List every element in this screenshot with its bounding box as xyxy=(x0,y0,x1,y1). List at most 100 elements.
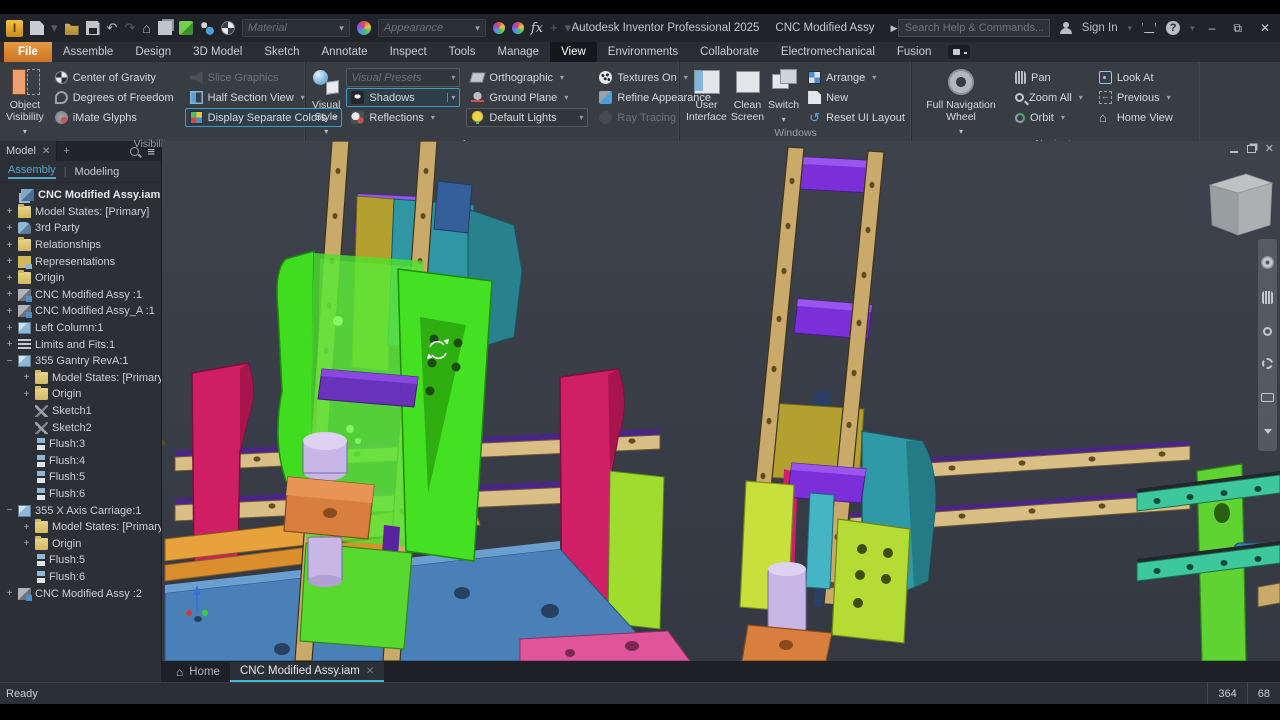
panel-navigate: Full Navigation Wheel ▾ Pan Zoom All ▾ xyxy=(912,62,1200,141)
orbit-button[interactable]: Orbit ▾ xyxy=(1010,108,1088,127)
search-input[interactable] xyxy=(898,19,1050,37)
inventor-logo-icon[interactable]: I xyxy=(6,20,23,37)
customize-qat-icon[interactable]: ▾ xyxy=(565,21,572,35)
document-tab-active[interactable]: CNC Modified Assy.iam ✕ xyxy=(230,662,384,682)
zoom-all-button[interactable]: Zoom All ▾ xyxy=(1010,88,1088,107)
3d-viewport[interactable]: ✕ xyxy=(162,141,1280,661)
help-icon[interactable]: ? xyxy=(1166,21,1180,35)
visual-style-button[interactable]: Visual Style ▾ xyxy=(312,66,340,138)
undo-icon[interactable]: ↶ xyxy=(107,21,118,35)
arrange-button[interactable]: Arrange ▾ xyxy=(803,68,910,87)
reset-ui-layout-button[interactable]: ↺ Reset UI Layout xyxy=(803,108,910,127)
sign-in-button[interactable]: Sign In xyxy=(1082,22,1118,34)
doc-restore-icon[interactable] xyxy=(1247,145,1256,153)
reflections-button[interactable]: Reflections ▾ xyxy=(346,108,460,127)
tab-sketch[interactable]: Sketch xyxy=(253,42,310,62)
center-of-gravity-button[interactable]: Center of Gravity xyxy=(50,68,179,87)
default-lights-select[interactable]: Default Lights ▾ xyxy=(466,108,588,127)
screencast-icon[interactable] xyxy=(948,45,970,59)
browser-search-icon[interactable] xyxy=(130,147,139,156)
tab-manage[interactable]: Manage xyxy=(487,42,551,62)
store-cart-icon[interactable] xyxy=(1142,23,1156,33)
return-icon[interactable] xyxy=(158,21,172,35)
tab-3d-model[interactable]: 3D Model xyxy=(182,42,253,62)
home-tab[interactable]: ⌂ Home xyxy=(166,662,230,682)
document-tab-close-icon[interactable]: ✕ xyxy=(366,666,374,677)
new-window-button[interactable]: New xyxy=(803,88,910,107)
shadows-button[interactable]: Shadows ▾ xyxy=(346,88,460,107)
orthographic-button[interactable]: Orthographic ▾ xyxy=(466,68,588,87)
right-tower-assembly[interactable] xyxy=(740,147,936,661)
panel-label-windows[interactable]: Windows xyxy=(680,127,911,141)
imate-glyphs-button[interactable]: iMate Glyphs xyxy=(50,108,179,127)
adjust-appearance-icon[interactable] xyxy=(493,22,505,34)
tree-row: −355 X Axis Carriage:1 xyxy=(0,502,161,519)
previous-view-icon xyxy=(1099,91,1112,104)
clear-appearance-icon[interactable] xyxy=(512,22,524,34)
new-dropdown-icon[interactable]: ▾ xyxy=(51,21,58,35)
appearance-select[interactable]: Appearance▾ xyxy=(378,19,486,37)
tab-environments[interactable]: Environments xyxy=(597,42,689,62)
ground-plane-button[interactable]: Ground Plane ▾ xyxy=(466,88,588,107)
select-tool-icon[interactable] xyxy=(179,21,193,35)
minimize-button[interactable]: – xyxy=(1205,21,1220,35)
orbit-icon xyxy=(1015,113,1025,123)
full-navigation-wheel-button[interactable]: Full Navigation Wheel ▾ xyxy=(918,66,1004,138)
tab-inspect[interactable]: Inspect xyxy=(379,42,438,62)
tab-view[interactable]: View xyxy=(550,42,597,62)
add-command-icon[interactable]: + xyxy=(550,21,558,35)
lime-plate-center[interactable] xyxy=(608,471,664,629)
tab-collaborate[interactable]: Collaborate xyxy=(689,42,770,62)
previous-view-button[interactable]: Previous ▾ xyxy=(1094,88,1178,107)
arrange-icon xyxy=(808,71,821,84)
cad-scene xyxy=(162,141,1280,661)
folder-icon xyxy=(18,239,31,251)
doc-minimize-icon[interactable] xyxy=(1230,151,1238,153)
expand-arrow-icon[interactable]: ▶ xyxy=(890,21,897,35)
look-at-button[interactable]: Look At xyxy=(1094,68,1178,87)
parameters-fx-icon[interactable]: fx xyxy=(531,21,543,36)
nav-wheel-icon[interactable] xyxy=(1261,256,1274,269)
redo-icon[interactable]: ↷ xyxy=(124,21,135,35)
pan-button[interactable]: Pan xyxy=(1010,68,1088,87)
new-window-icon xyxy=(808,91,821,104)
clean-screen-button[interactable]: Clean Screen xyxy=(731,66,764,123)
material-select[interactable]: Material▾ xyxy=(242,19,350,37)
home-view-button[interactable]: ⌂ Home View xyxy=(1094,108,1178,127)
new-file-icon[interactable] xyxy=(30,21,44,35)
nav-orbit-icon[interactable] xyxy=(1262,358,1273,369)
restore-button[interactable]: ⧉ xyxy=(1229,21,1246,36)
view-cube[interactable] xyxy=(1210,174,1272,235)
joint-icon[interactable] xyxy=(200,21,214,35)
tab-electromechanical[interactable]: Electromechanical xyxy=(770,42,886,62)
tab-tools[interactable]: Tools xyxy=(438,42,487,62)
user-interface-button[interactable]: User Interface xyxy=(686,66,727,123)
full-navigation-wheel-icon xyxy=(947,68,975,96)
nav-pan-icon[interactable] xyxy=(1262,291,1273,304)
open-icon[interactable] xyxy=(65,21,79,35)
tab-file[interactable]: File xyxy=(4,42,52,62)
tab-fusion[interactable]: Fusion xyxy=(886,42,943,62)
nav-more-icon[interactable] xyxy=(1264,429,1272,434)
close-button[interactable]: ✕ xyxy=(1256,21,1274,35)
degrees-of-freedom-button[interactable]: Degrees of Freedom xyxy=(50,88,179,107)
doc-close-icon[interactable]: ✕ xyxy=(1265,144,1274,154)
home-icon[interactable]: ⌂ xyxy=(142,21,150,35)
right-edge-gantry[interactable] xyxy=(1137,464,1280,661)
nav-look-at-icon[interactable] xyxy=(1261,393,1274,402)
switch-button[interactable]: Switch ▾ xyxy=(768,66,799,126)
tab-annotate[interactable]: Annotate xyxy=(311,42,379,62)
tab-modeling[interactable]: Modeling xyxy=(75,166,120,178)
nav-zoom-icon[interactable] xyxy=(1263,327,1272,336)
tree-row: Sketch2 xyxy=(0,419,161,436)
color-wheel-icon[interactable] xyxy=(357,21,371,35)
tab-assemble[interactable]: Assemble xyxy=(52,42,125,62)
folder-icon xyxy=(35,521,48,533)
tab-design[interactable]: Design xyxy=(124,42,182,62)
tab-assembly[interactable]: Assembly xyxy=(8,164,56,179)
sign-in-dropdown-icon[interactable]: ▾ xyxy=(1128,21,1133,35)
material-ball-icon[interactable] xyxy=(221,21,235,35)
help-dropdown-icon[interactable]: ▾ xyxy=(1190,21,1195,35)
object-visibility-button[interactable]: Object Visibility ▾ xyxy=(6,66,44,138)
save-icon[interactable] xyxy=(86,21,100,35)
